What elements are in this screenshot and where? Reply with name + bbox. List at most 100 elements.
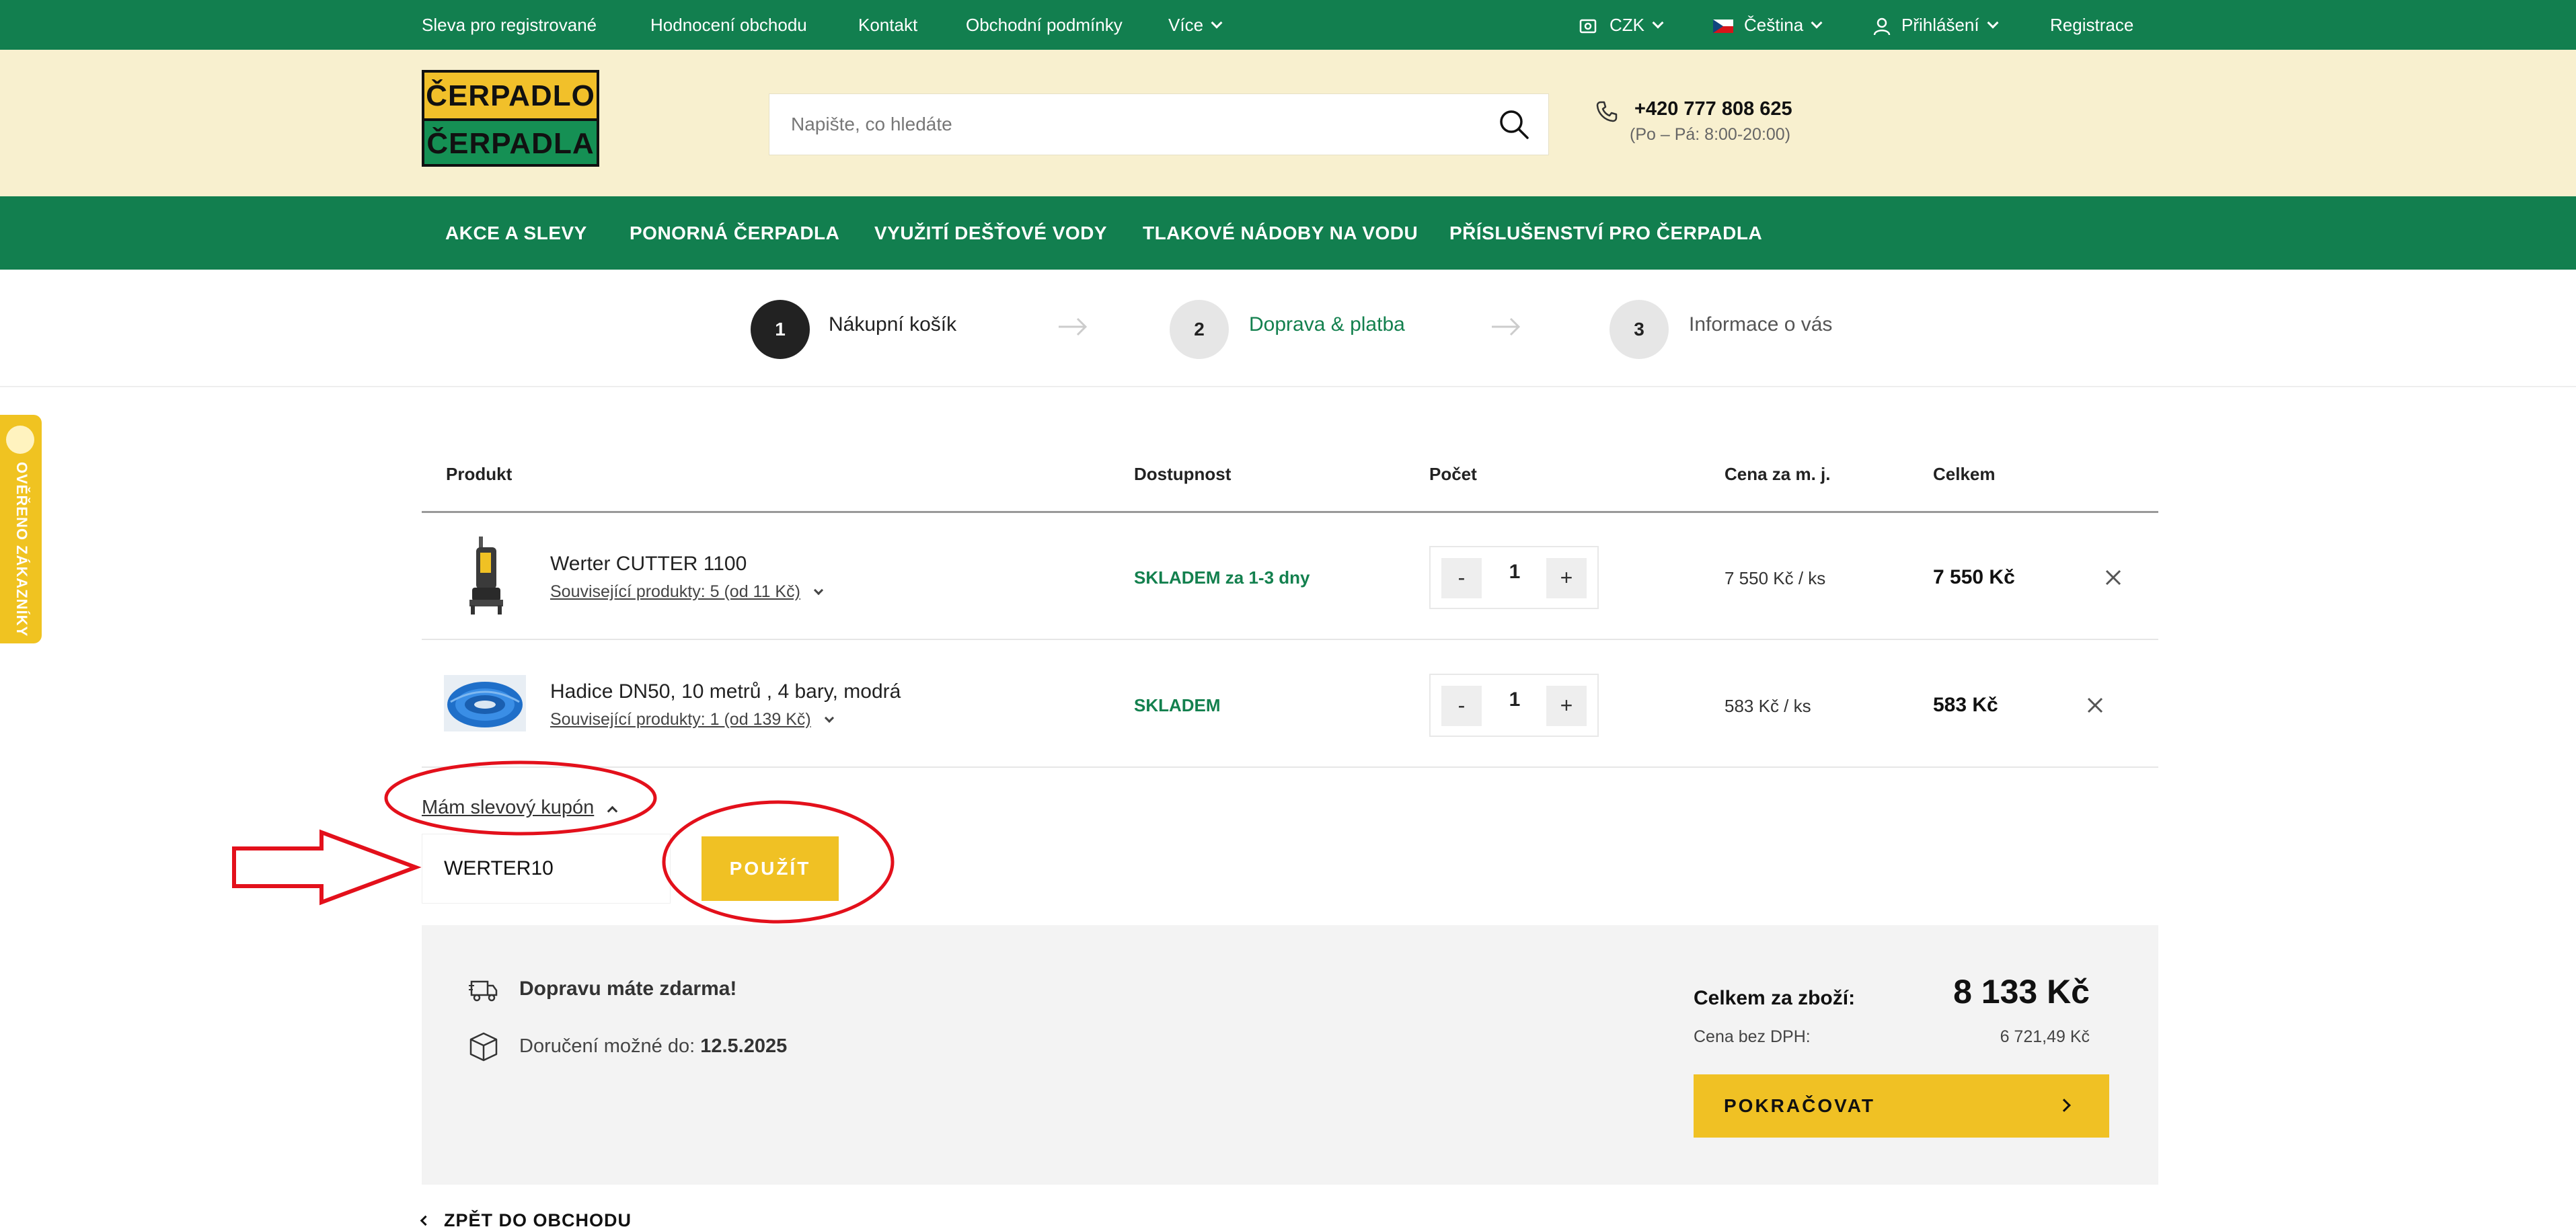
related-products-toggle[interactable]: Související produkty: 1 (od 139 Kč) — [550, 710, 834, 729]
table-header-divider — [422, 511, 2158, 513]
phone-icon — [1596, 101, 1618, 122]
chevron-left-icon — [420, 1215, 431, 1226]
quantity-decrease-button[interactable]: - — [1441, 686, 1482, 726]
quantity-stepper: - 1 + — [1429, 546, 1599, 609]
checkout-steps: 1 Nákupní košík 2 Doprava & platba 3 Inf… — [0, 270, 2576, 387]
chevron-down-icon — [1652, 17, 1664, 29]
quantity-stepper: - 1 + — [1429, 674, 1599, 737]
quantity-value[interactable]: 1 — [1498, 688, 1531, 711]
back-to-shop-link[interactable]: ZPĚT DO OBCHODU — [420, 1210, 632, 1227]
search-input[interactable] — [769, 94, 1442, 155]
topbar-link-discount[interactable]: Sleva pro registrované — [422, 0, 597, 50]
login-label: Přihlášení — [1901, 15, 1979, 35]
site-logo[interactable]: ČERPADLO ČERPADLA — [422, 70, 599, 167]
quantity-increase-button[interactable]: + — [1546, 686, 1587, 726]
quantity-decrease-button[interactable]: - — [1441, 558, 1482, 598]
remove-item-icon[interactable] — [2085, 695, 2105, 715]
login-menu[interactable]: Přihlášení — [1873, 0, 1999, 50]
verified-icon — [6, 426, 34, 454]
related-products-toggle[interactable]: Související produkty: 5 (od 11 Kč) — [550, 582, 824, 602]
delivery-estimate: Doručení možné do: 12.5.2025 — [519, 1035, 787, 1058]
chevron-down-icon — [824, 713, 834, 723]
step-1-label[interactable]: Nákupní košík — [829, 313, 956, 336]
product-image-pump[interactable] — [463, 535, 510, 616]
chevron-right-icon — [2057, 1099, 2071, 1112]
column-header-count: Počet — [1429, 464, 1477, 484]
chevron-down-icon — [1211, 17, 1223, 29]
column-header-availability: Dostupnost — [1134, 464, 1232, 484]
topbar-link-reviews[interactable]: Hodnocení obchodu — [650, 0, 807, 50]
coupon-input[interactable] — [422, 834, 671, 904]
coupon-toggle-label: Mám slevový kupón — [422, 797, 595, 818]
quantity-value[interactable]: 1 — [1498, 561, 1531, 584]
nav-item-accessories[interactable]: PŘÍSLUŠENSTVÍ PRO ČERPADLA — [1449, 196, 1762, 270]
nav-item-submersible-pumps[interactable]: PONORNÁ ČERPADLA — [630, 196, 839, 270]
column-header-total: Celkem — [1933, 464, 1996, 484]
nav-item-pressure-vessels[interactable]: TLAKOVÉ NÁDOBY NA VODU — [1143, 196, 1418, 270]
nav-item-sales[interactable]: AKCE A SLEVY — [445, 196, 587, 270]
czech-flag-icon — [1713, 19, 1733, 34]
topbar-more-label: Více — [1168, 15, 1204, 35]
language-selector[interactable]: Čeština — [1713, 0, 1823, 50]
top-bar: Sleva pro registrované Hodnocení obchodu… — [0, 0, 2576, 50]
currency-selector[interactable]: CZK — [1579, 0, 1664, 50]
price-without-vat-value: 6 721,49 Kč — [2000, 1027, 2090, 1046]
topbar-link-terms[interactable]: Obchodní podmínky — [966, 0, 1123, 50]
remove-item-icon[interactable] — [2103, 567, 2123, 588]
topbar-more-menu[interactable]: Více — [1168, 0, 1223, 50]
coupon-toggle[interactable]: Mám slevový kupón — [422, 797, 618, 819]
search-icon[interactable] — [1497, 108, 1531, 141]
currency-label: CZK — [1609, 15, 1644, 35]
unit-price: 583 Kč / ks — [1725, 696, 1811, 716]
arrow-right-icon — [1492, 317, 1521, 336]
verified-customers-badge[interactable]: OVĚŘENO ZÁKAZNÍKY — [0, 415, 42, 643]
step-3-label[interactable]: Informace o vás — [1689, 313, 1832, 336]
logo-top-text: ČERPADLO — [424, 73, 597, 118]
column-header-product: Produkt — [446, 464, 513, 484]
step-1-number: 1 — [751, 300, 810, 359]
main-navigation: AKCE A SLEVY PONORNÁ ČERPADLA VYUŽITÍ DE… — [0, 196, 2576, 270]
logo-bottom-text: ČERPADLA — [424, 118, 597, 164]
product-name[interactable]: Hadice DN50, 10 metrů , 4 bary, modrá — [550, 680, 901, 703]
delivery-date: 12.5.2025 — [700, 1035, 788, 1057]
row-divider — [422, 766, 2158, 768]
total-goods-value: 8 133 Kč — [1953, 973, 2090, 1011]
language-label: Čeština — [1744, 15, 1804, 35]
stock-status: SKLADEM — [1134, 695, 1221, 715]
step-2-label[interactable]: Doprava & platba — [1249, 313, 1405, 336]
unit-price: 7 550 Kč / ks — [1725, 568, 1826, 588]
delivery-truck-icon — [469, 980, 498, 1002]
product-image-hose[interactable] — [444, 675, 526, 731]
stock-status: SKLADEM za 1-3 dny — [1134, 567, 1310, 588]
chevron-down-icon — [1811, 17, 1823, 29]
back-to-shop-label: ZPĚT DO OBCHODU — [444, 1210, 632, 1227]
line-total: 583 Kč — [1933, 694, 1998, 716]
step-3-number: 3 — [1609, 300, 1669, 359]
line-total: 7 550 Kč — [1933, 566, 2015, 588]
site-header: ČERPADLO ČERPADLA +420 777 808 625 (Po –… — [0, 50, 2576, 196]
chevron-down-icon — [1987, 17, 1999, 29]
product-name[interactable]: Werter CUTTER 1100 — [550, 553, 747, 576]
phone-number[interactable]: +420 777 808 625 — [1634, 98, 1792, 120]
row-divider — [422, 639, 2158, 640]
currency-icon — [1579, 19, 1597, 34]
annotation-arrow — [232, 829, 422, 906]
continue-button[interactable]: POKRAČOVAT — [1694, 1074, 2109, 1138]
chevron-down-icon — [813, 585, 824, 596]
step-2-number: 2 — [1170, 300, 1229, 359]
nav-item-rainwater[interactable]: VYUŽITÍ DEŠŤOVÉ VODY — [874, 196, 1107, 270]
search-box — [769, 93, 1549, 155]
apply-coupon-button[interactable]: POUŽÍT — [702, 836, 839, 901]
opening-hours: (Po – Pá: 8:00-20:00) — [1630, 125, 1791, 144]
user-icon — [1873, 17, 1891, 36]
continue-label: POKRAČOVAT — [1724, 1095, 1875, 1116]
related-products-label: Související produkty: 1 (od 139 Kč) — [550, 710, 811, 729]
register-link[interactable]: Registrace — [2050, 0, 2133, 50]
column-header-unit-price: Cena za m. j. — [1725, 464, 1831, 484]
quantity-increase-button[interactable]: + — [1546, 558, 1587, 598]
price-without-vat-label: Cena bez DPH: — [1694, 1027, 1811, 1046]
delivery-label: Doručení možné do: — [519, 1035, 695, 1057]
chevron-up-icon — [607, 805, 618, 817]
topbar-link-contact[interactable]: Kontakt — [858, 0, 917, 50]
order-summary: Dopravu máte zdarma! Doručení možné do: … — [422, 925, 2158, 1185]
